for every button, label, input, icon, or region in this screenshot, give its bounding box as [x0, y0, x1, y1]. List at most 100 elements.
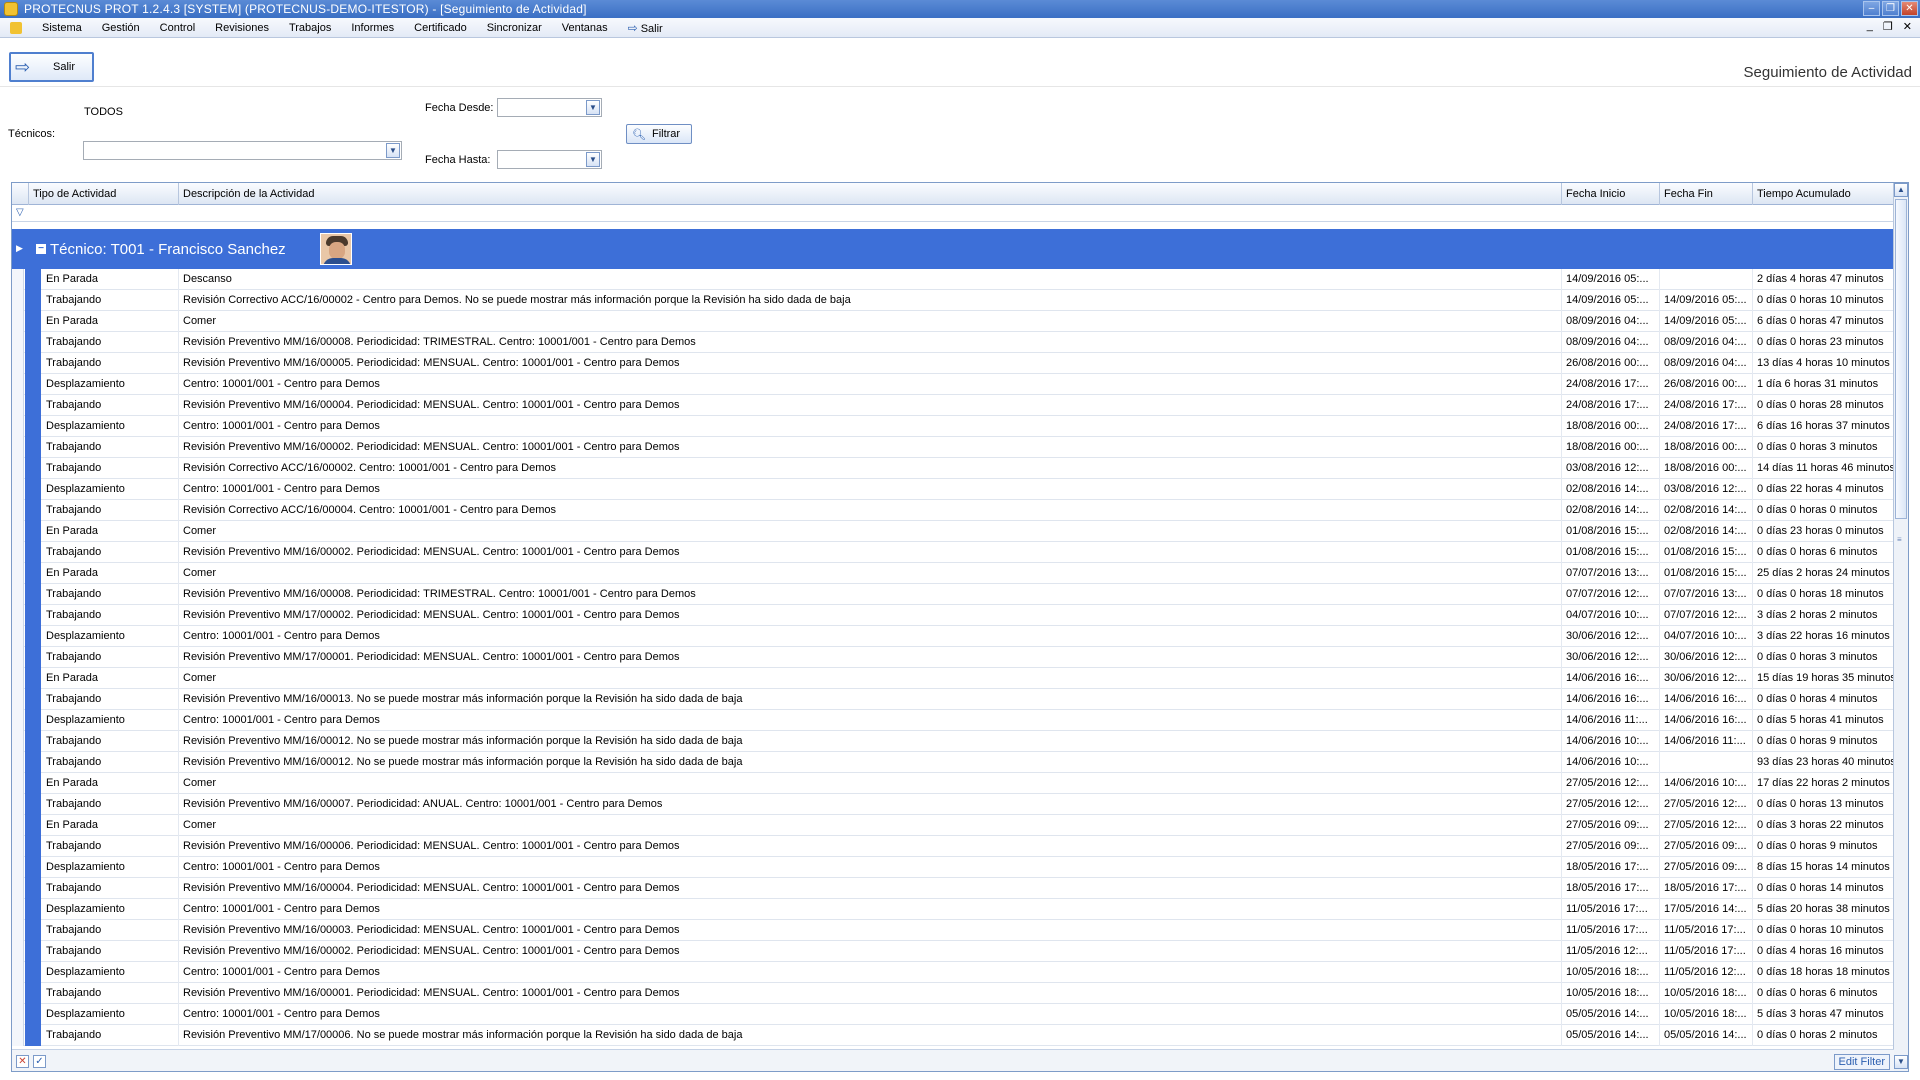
table-row[interactable]: Trabajando Revisión Correctivo ACC/16/000… — [12, 500, 1894, 521]
row-indicator[interactable] — [12, 311, 24, 332]
auto-filter-row[interactable]: ▽ — [12, 205, 1894, 222]
table-row[interactable]: Trabajando Revisión Correctivo ACC/16/000… — [12, 290, 1894, 311]
row-indicator[interactable] — [12, 710, 24, 731]
row-indicator[interactable] — [12, 983, 24, 1004]
table-row[interactable]: En Parada Comer 14/06/2016 16:... 30/06/201… — [12, 668, 1894, 689]
row-indicator[interactable] — [12, 500, 24, 521]
table-row[interactable]: Trabajando Revisión Preventivo MM/16/0000… — [12, 983, 1894, 1004]
clear-filter-icon[interactable]: ✕ — [16, 1055, 29, 1068]
row-indicator[interactable] — [12, 458, 24, 479]
table-row[interactable]: En Parada Comer 07/07/2016 13:... 01/08/201… — [12, 563, 1894, 584]
row-indicator[interactable] — [12, 878, 24, 899]
menu-trabajos[interactable]: Trabajos — [279, 22, 341, 34]
column-fecha-inicio[interactable]: Fecha Inicio — [1561, 183, 1659, 205]
close-icon[interactable]: ✕ — [1901, 1, 1918, 16]
filtrar-button[interactable]: 🔍︎ Filtrar — [626, 124, 692, 144]
table-row[interactable]: Desplazamiento Centro: 10001/001 - Centro… — [12, 962, 1894, 983]
row-indicator[interactable] — [12, 962, 24, 983]
row-indicator[interactable] — [12, 773, 24, 794]
vertical-scrollbar[interactable]: ▲ ≡ ▼ — [1893, 183, 1908, 1071]
chevron-down-icon[interactable]: ▼ — [386, 143, 400, 158]
table-row[interactable]: Trabajando Revisión Preventivo MM/16/0000… — [12, 941, 1894, 962]
row-indicator[interactable] — [12, 416, 24, 437]
row-indicator[interactable] — [12, 941, 24, 962]
column-descripcion[interactable]: Descripción de la Actividad — [178, 183, 1561, 205]
filter-enabled-checkbox[interactable]: ✓ — [33, 1055, 46, 1068]
table-row[interactable]: Trabajando Revisión Preventivo MM/16/0001… — [12, 752, 1894, 773]
filter-funnel-icon[interactable]: ▽ — [16, 207, 24, 218]
row-indicator[interactable] — [12, 479, 24, 500]
row-indicator[interactable] — [12, 563, 24, 584]
table-row[interactable]: Trabajando Revisión Preventivo MM/16/0001… — [12, 731, 1894, 752]
menu-salir[interactable]: ⇨ Salir — [618, 21, 673, 35]
menu-informes[interactable]: Informes — [341, 22, 404, 34]
table-row[interactable]: Desplazamiento Centro: 10001/001 - Centro… — [12, 710, 1894, 731]
table-row[interactable]: Desplazamiento Centro: 10001/001 - Centro… — [12, 1004, 1894, 1025]
scroll-down-icon[interactable]: ▼ — [1894, 1055, 1908, 1069]
table-row[interactable]: Trabajando Revisión Preventivo MM/16/0000… — [12, 794, 1894, 815]
fecha-desde-picker[interactable]: ▼ — [497, 98, 602, 117]
menu-revisiones[interactable]: Revisiones — [205, 22, 279, 34]
collapse-icon[interactable]: − — [36, 244, 46, 254]
table-row[interactable]: En Parada Comer 27/05/2016 12:... 14/06/201… — [12, 773, 1894, 794]
menu-sincronizar[interactable]: Sincronizar — [477, 22, 552, 34]
row-indicator[interactable] — [12, 584, 24, 605]
column-fecha-fin[interactable]: Fecha Fin — [1659, 183, 1752, 205]
table-row[interactable]: Desplazamiento Centro: 10001/001 - Centro… — [12, 626, 1894, 647]
menu-certificado[interactable]: Certificado — [404, 22, 477, 34]
table-row[interactable]: En Parada Comer 01/08/2016 15:... 02/08/201… — [12, 521, 1894, 542]
column-tipo-actividad[interactable]: Tipo de Actividad — [28, 183, 178, 205]
table-row[interactable]: Desplazamiento Centro: 10001/001 - Centro… — [12, 857, 1894, 878]
row-indicator[interactable] — [12, 353, 24, 374]
row-indicator[interactable] — [12, 290, 24, 311]
table-row[interactable]: Desplazamiento Centro: 10001/001 - Centro… — [12, 416, 1894, 437]
table-row[interactable]: Trabajando Revisión Preventivo MM/16/0000… — [12, 542, 1894, 563]
row-indicator[interactable] — [12, 521, 24, 542]
row-indicator[interactable] — [12, 794, 24, 815]
app-menu-icon[interactable] — [10, 21, 22, 34]
table-row[interactable]: Trabajando Revisión Correctivo ACC/16/000… — [12, 458, 1894, 479]
table-row[interactable]: Trabajando Revisión Preventivo MM/16/0000… — [12, 584, 1894, 605]
mdi-restore-icon[interactable]: ❐ — [1883, 20, 1893, 33]
row-indicator[interactable] — [12, 1025, 24, 1046]
row-indicator[interactable] — [12, 269, 24, 290]
menu-control[interactable]: Control — [150, 22, 205, 34]
menu-ventanas[interactable]: Ventanas — [552, 22, 618, 34]
row-indicator[interactable] — [12, 542, 24, 563]
fecha-hasta-picker[interactable]: ▼ — [497, 150, 602, 169]
group-row-tecnico[interactable]: ▶ − Técnico: T001 - Francisco Sanchez — [12, 229, 1894, 269]
tecnicos-dropdown[interactable]: ▼ — [83, 141, 402, 160]
scroll-up-icon[interactable]: ▲ — [1894, 183, 1908, 197]
table-row[interactable]: Desplazamiento Centro: 10001/001 - Centro… — [12, 479, 1894, 500]
column-tiempo-acumulado[interactable]: Tiempo Acumulado — [1752, 183, 1894, 205]
mdi-close-icon[interactable]: ✕ — [1903, 20, 1912, 33]
table-row[interactable]: Trabajando Revisión Preventivo MM/16/0000… — [12, 353, 1894, 374]
row-indicator[interactable] — [12, 1004, 24, 1025]
row-indicator[interactable] — [12, 689, 24, 710]
row-indicator[interactable] — [12, 374, 24, 395]
row-indicator[interactable] — [12, 395, 24, 416]
row-indicator[interactable] — [12, 437, 24, 458]
restore-icon[interactable]: ❐ — [1882, 1, 1899, 16]
table-row[interactable]: Trabajando Revisión Preventivo MM/16/0000… — [12, 920, 1894, 941]
table-row[interactable]: Trabajando Revisión Preventivo MM/17/0000… — [12, 1025, 1894, 1046]
row-indicator[interactable] — [12, 836, 24, 857]
minimize-icon[interactable]: – — [1863, 1, 1880, 16]
menu-gestion[interactable]: Gestión — [92, 22, 150, 34]
table-row[interactable]: Trabajando Revisión Preventivo MM/16/0000… — [12, 836, 1894, 857]
table-row[interactable]: Trabajando Revisión Preventivo MM/16/0000… — [12, 332, 1894, 353]
table-row[interactable]: Trabajando Revisión Preventivo MM/16/0000… — [12, 878, 1894, 899]
table-row[interactable]: Trabajando Revisión Preventivo MM/16/0000… — [12, 395, 1894, 416]
table-row[interactable]: Trabajando Revisión Preventivo MM/17/0000… — [12, 605, 1894, 626]
row-indicator[interactable] — [12, 899, 24, 920]
mdi-minimize-icon[interactable]: _ — [1867, 20, 1873, 33]
row-indicator[interactable] — [12, 605, 24, 626]
row-indicator[interactable] — [12, 332, 24, 353]
row-indicator[interactable] — [12, 857, 24, 878]
row-indicator[interactable] — [12, 668, 24, 689]
table-row[interactable]: En Parada Comer 27/05/2016 09:... 27/05/201… — [12, 815, 1894, 836]
scroll-thumb[interactable] — [1895, 199, 1907, 519]
row-indicator[interactable] — [12, 731, 24, 752]
row-indicator[interactable] — [12, 815, 24, 836]
table-row[interactable]: Trabajando Revisión Preventivo MM/17/0000… — [12, 647, 1894, 668]
